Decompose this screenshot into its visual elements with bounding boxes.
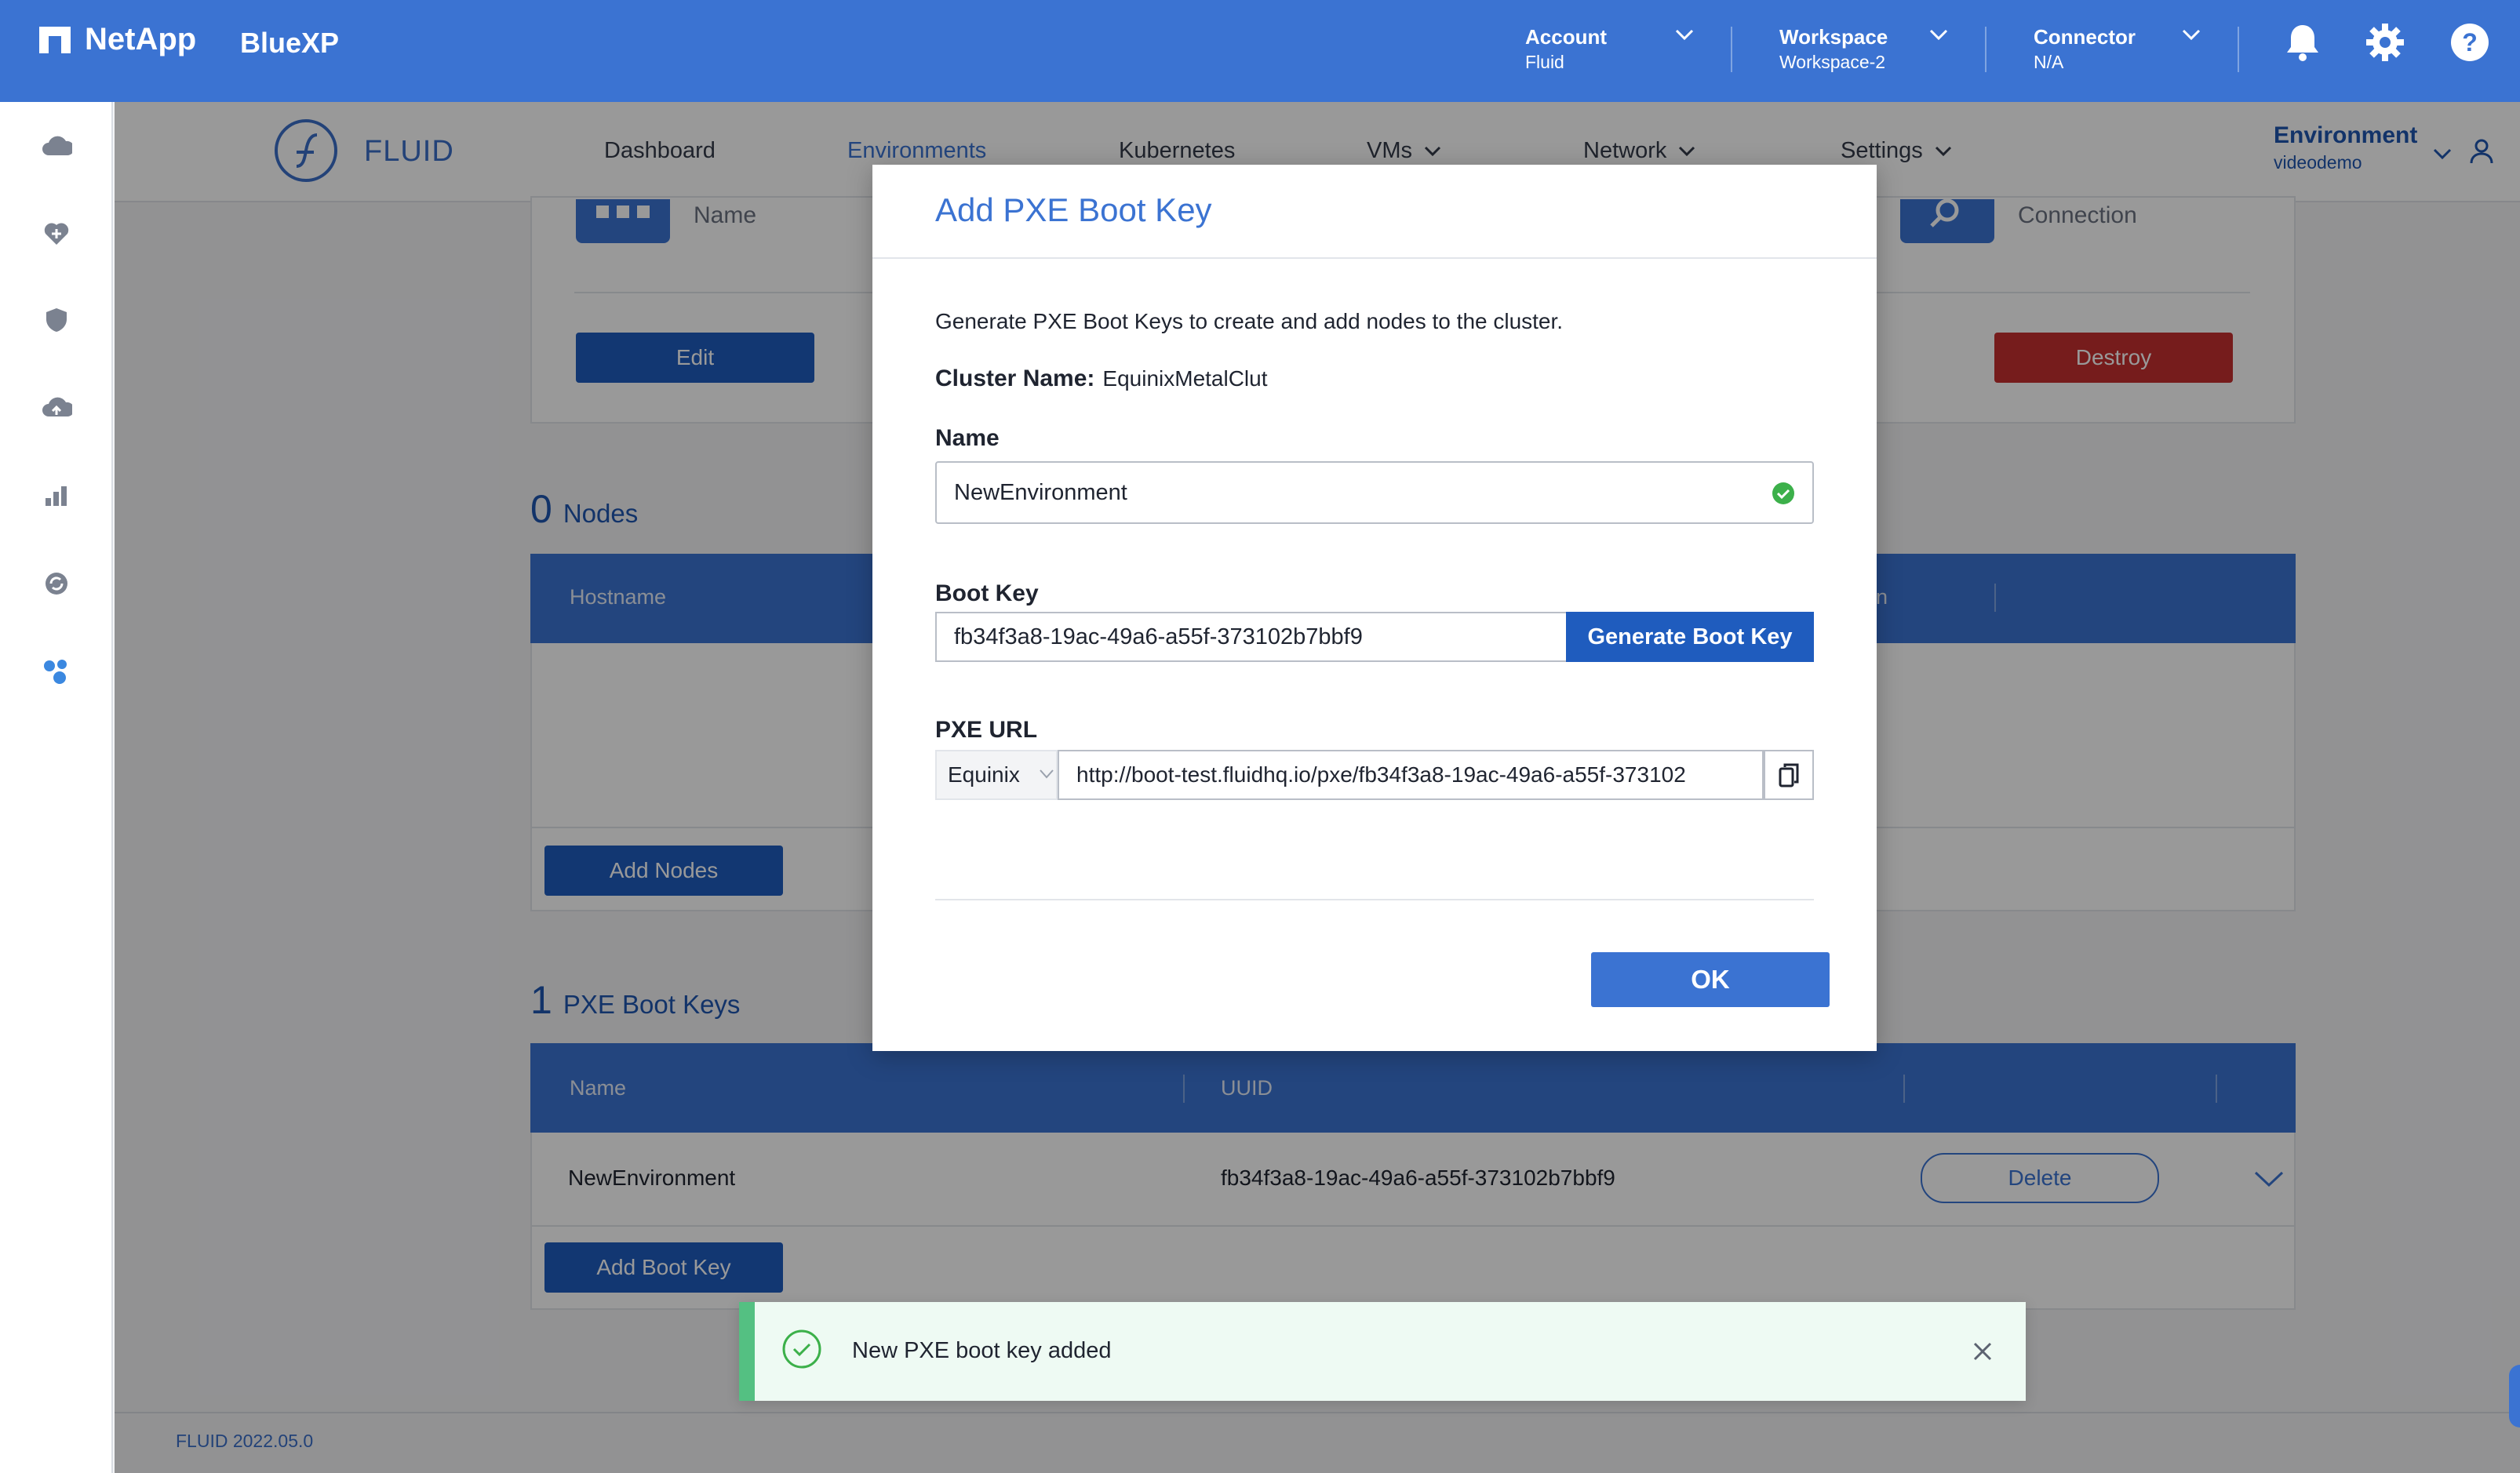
name-field-label: Name bbox=[935, 425, 1000, 451]
check-circle-icon bbox=[1772, 482, 1794, 504]
product-name[interactable]: BlueXP bbox=[240, 27, 339, 60]
dialog-footer-divider bbox=[935, 899, 1814, 900]
dialog-description: Generate PXE Boot Keys to create and add… bbox=[935, 309, 1564, 333]
netapp-logo-icon bbox=[39, 26, 71, 53]
connector-selector[interactable]: Connector N/A bbox=[2034, 24, 2201, 78]
netapp-logo[interactable]: NetApp bbox=[39, 22, 196, 57]
cluster-name-value: EquinixMetalClut bbox=[1102, 366, 1268, 391]
protection-icon[interactable] bbox=[36, 300, 77, 340]
divider bbox=[1985, 27, 1987, 72]
copy-icon bbox=[1779, 763, 1799, 787]
health-icon[interactable] bbox=[36, 213, 77, 254]
cluster-name-label: Cluster Name: bbox=[935, 366, 1095, 391]
account-value: Fluid bbox=[1525, 52, 1564, 72]
connector-value: N/A bbox=[2034, 52, 2064, 72]
cloud-storage-icon[interactable] bbox=[36, 125, 77, 166]
pxe-url-field[interactable]: http://boot-test.fluidhq.io/pxe/fb34f3a8… bbox=[1058, 750, 1764, 800]
add-pxe-boot-key-dialog bbox=[872, 165, 1877, 1051]
analytics-icon[interactable] bbox=[36, 475, 77, 516]
name-field-value: NewEnvironment bbox=[954, 479, 1127, 505]
boot-key-label: Boot Key bbox=[935, 580, 1039, 606]
bell-icon[interactable] bbox=[2285, 22, 2321, 63]
account-selector[interactable]: Account Fluid bbox=[1525, 24, 1695, 78]
connector-label: Connector bbox=[2034, 25, 2136, 49]
brand-name: NetApp bbox=[85, 22, 197, 56]
dialog-title: Add PXE Boot Key bbox=[935, 191, 1212, 228]
gear-icon[interactable] bbox=[2365, 22, 2405, 63]
boot-key-field[interactable]: fb34f3a8-19ac-49a6-a55f-373102b7bbf9 bbox=[935, 612, 1568, 662]
workspace-label: Workspace bbox=[1779, 25, 1888, 49]
pxe-url-label: PXE URL bbox=[935, 717, 1038, 743]
toast-message: New PXE boot key added bbox=[852, 1338, 1112, 1363]
help-icon[interactable]: ? bbox=[2449, 22, 2490, 63]
name-field[interactable]: NewEnvironment bbox=[935, 461, 1814, 524]
svg-text:?: ? bbox=[2462, 28, 2478, 56]
chevron-down-icon bbox=[1675, 29, 1694, 41]
cluster-name-row: Cluster Name: EquinixMetalClut bbox=[935, 366, 1268, 392]
close-icon[interactable] bbox=[1972, 1341, 1993, 1362]
workspace-value: Workspace-2 bbox=[1779, 52, 1886, 72]
cloud-sync-icon[interactable] bbox=[36, 387, 77, 428]
fluid-icon[interactable] bbox=[36, 651, 77, 692]
copy-button[interactable] bbox=[1764, 750, 1814, 800]
divider bbox=[2238, 27, 2239, 72]
chat-widget-edge[interactable] bbox=[2509, 1365, 2520, 1428]
provider-value: Equinix bbox=[948, 762, 1020, 787]
chevron-down-icon bbox=[1929, 29, 1948, 41]
workspace-selector[interactable]: Workspace Workspace-2 bbox=[1779, 24, 1949, 78]
chevron-down-icon bbox=[2182, 29, 2201, 41]
mobility-icon[interactable] bbox=[36, 563, 77, 604]
pxe-url-value: http://boot-test.fluidhq.io/pxe/fb34f3a8… bbox=[1076, 762, 1686, 787]
boot-key-value: fb34f3a8-19ac-49a6-a55f-373102b7bbf9 bbox=[954, 624, 1363, 649]
divider bbox=[1731, 27, 1732, 72]
generate-boot-key-button[interactable]: Generate Boot Key bbox=[1566, 612, 1814, 662]
toast-accent-bar bbox=[739, 1302, 755, 1401]
chevron-down-icon bbox=[1040, 769, 1054, 779]
account-label: Account bbox=[1525, 25, 1607, 49]
check-circle-icon bbox=[782, 1329, 821, 1369]
dialog-header-divider bbox=[872, 257, 1877, 259]
ok-button[interactable]: OK bbox=[1591, 952, 1830, 1007]
